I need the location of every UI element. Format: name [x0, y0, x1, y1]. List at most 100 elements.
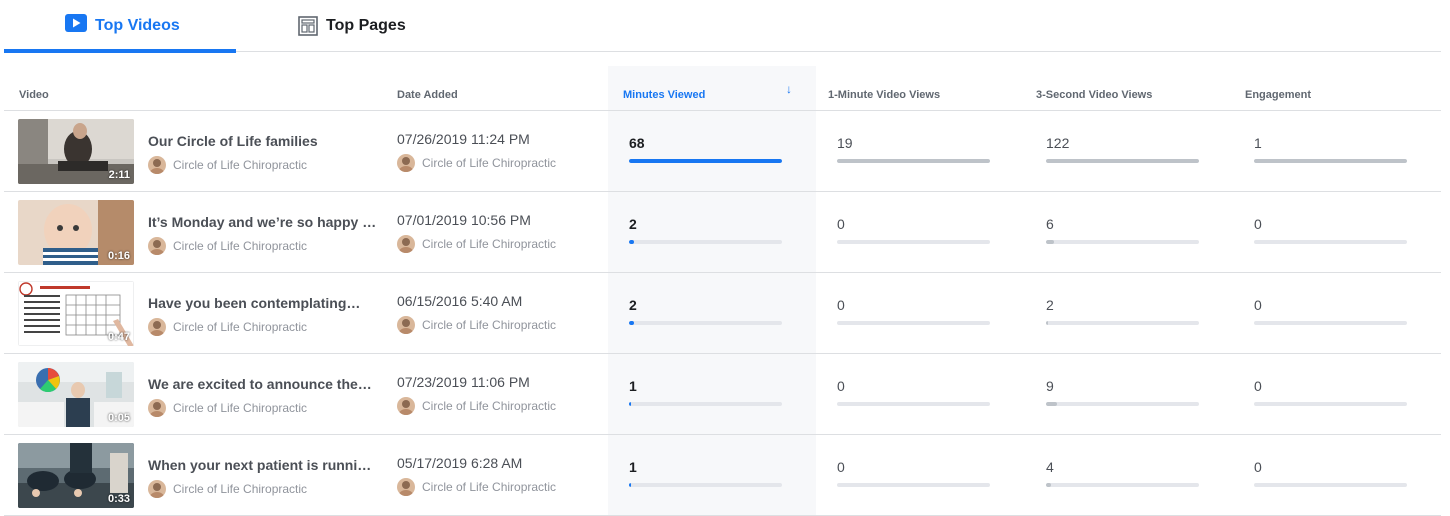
author-name: Circle of Life Chiropractic	[422, 399, 557, 413]
video-duration: 0:05	[107, 412, 130, 424]
play-video-icon	[65, 14, 87, 32]
minutes-viewed-cell: 1	[629, 459, 782, 487]
table-row[interactable]: 0:16 It’s Monday and we’re so happy to ……	[4, 192, 1441, 273]
three-second-views-cell: 2	[1046, 297, 1199, 325]
avatar	[148, 237, 166, 255]
minutes-viewed-value: 2	[629, 216, 637, 232]
tab-bar: Top Videos Top Pages	[4, 0, 1441, 53]
three-second-views-bar	[1046, 402, 1199, 406]
video-title[interactable]: It’s Monday and we’re so happy to …	[148, 214, 378, 230]
minutes-viewed-bar	[629, 240, 782, 244]
author-name: Circle of Life Chiropractic	[422, 318, 557, 332]
engagement-cell: 0	[1254, 297, 1407, 325]
minutes-viewed-value: 1	[629, 378, 637, 394]
three-second-views-value: 122	[1046, 135, 1070, 151]
engagement-bar	[1254, 159, 1407, 163]
table-row[interactable]: 2:11 Our Circle of Life families Circle …	[4, 111, 1441, 192]
column-header-three-second-views[interactable]: 3-Second Video Views	[1036, 89, 1152, 101]
column-header-one-minute-views[interactable]: 1-Minute Video Views	[828, 89, 940, 101]
avatar	[148, 399, 166, 417]
engagement-value: 0	[1254, 378, 1262, 394]
bar-fill	[1046, 240, 1054, 244]
table-row[interactable]: 0:47 Have you been contemplating… Circle…	[4, 273, 1441, 354]
three-second-views-value: 9	[1046, 378, 1054, 394]
bar-fill	[629, 483, 632, 487]
three-second-views-bar	[1046, 159, 1199, 163]
date-added: 05/17/2019 6:28 AM	[397, 455, 523, 471]
one-minute-views-bar	[837, 483, 990, 487]
one-minute-views-value: 19	[837, 135, 853, 151]
author-name: Circle of Life Chiropractic	[173, 320, 308, 334]
engagement-cell: 0	[1254, 459, 1407, 487]
engagement-value: 0	[1254, 216, 1262, 232]
date-added: 07/23/2019 11:06 PM	[397, 374, 530, 390]
video-title[interactable]: When your next patient is running…	[148, 457, 378, 473]
column-header-minutes-viewed[interactable]: Minutes Viewed	[623, 89, 705, 101]
engagement-value: 0	[1254, 297, 1262, 313]
avatar	[397, 478, 415, 496]
video-title[interactable]: We are excited to announce the…	[148, 376, 378, 392]
minutes-viewed-value: 2	[629, 297, 637, 313]
one-minute-views-bar	[837, 402, 990, 406]
date-author: Circle of Life Chiropractic	[397, 235, 556, 253]
video-thumbnail[interactable]: 0:33	[18, 443, 134, 508]
video-author: Circle of Life Chiropractic	[148, 399, 307, 417]
three-second-views-bar	[1046, 483, 1199, 487]
avatar	[148, 480, 166, 498]
bar-fill	[837, 159, 990, 163]
one-minute-views-value: 0	[837, 378, 845, 394]
three-second-views-value: 2	[1046, 297, 1054, 313]
author-name: Circle of Life Chiropractic	[173, 401, 308, 415]
minutes-viewed-value: 68	[629, 135, 645, 151]
avatar	[397, 397, 415, 415]
video-thumbnail[interactable]: 0:16	[18, 200, 134, 265]
video-author: Circle of Life Chiropractic	[148, 480, 307, 498]
bar-fill	[1046, 483, 1052, 487]
author-name: Circle of Life Chiropractic	[422, 156, 557, 170]
three-second-views-value: 6	[1046, 216, 1054, 232]
video-thumbnail[interactable]: 0:47	[18, 281, 134, 346]
video-thumbnail[interactable]: 0:05	[18, 362, 134, 427]
date-added: 06/15/2016 5:40 AM	[397, 293, 523, 309]
one-minute-views-value: 0	[837, 297, 845, 313]
three-second-views-cell: 4	[1046, 459, 1199, 487]
table-row[interactable]: 0:33 When your next patient is running… …	[4, 435, 1441, 516]
column-header-video[interactable]: Video	[19, 89, 49, 101]
tab-label: Top Pages	[326, 17, 406, 34]
author-name: Circle of Life Chiropractic	[422, 237, 557, 251]
page-layout-icon	[298, 16, 318, 36]
video-duration: 0:33	[107, 493, 130, 505]
video-thumbnail[interactable]: 2:11	[18, 119, 134, 184]
avatar	[148, 318, 166, 336]
engagement-bar	[1254, 483, 1407, 487]
video-title[interactable]: Our Circle of Life families	[148, 133, 378, 149]
one-minute-views-cell: 19	[837, 135, 990, 163]
tab-top-videos[interactable]: Top Videos	[4, 0, 236, 53]
minutes-viewed-bar	[629, 159, 782, 163]
engagement-value: 0	[1254, 459, 1262, 475]
bar-fill	[629, 240, 634, 244]
column-header-engagement[interactable]: Engagement	[1245, 89, 1311, 101]
three-second-views-cell: 9	[1046, 378, 1199, 406]
minutes-viewed-bar	[629, 483, 782, 487]
sort-descending-icon[interactable]: ↓	[786, 82, 792, 96]
avatar	[397, 316, 415, 334]
engagement-bar	[1254, 240, 1407, 244]
date-added: 07/26/2019 11:24 PM	[397, 131, 530, 147]
table-header: Video Date Added Minutes Viewed ↓ 1-Minu…	[4, 66, 1441, 111]
column-header-date-added[interactable]: Date Added	[397, 89, 458, 101]
author-name: Circle of Life Chiropractic	[173, 239, 308, 253]
table-row[interactable]: 0:05 We are excited to announce the… Cir…	[4, 354, 1441, 435]
bar-fill	[1046, 321, 1049, 325]
bar-fill	[1254, 159, 1407, 163]
bar-fill	[629, 159, 782, 163]
tab-top-pages[interactable]: Top Pages	[296, 0, 406, 52]
bar-fill	[629, 321, 634, 325]
minutes-viewed-value: 1	[629, 459, 637, 475]
one-minute-views-bar	[837, 240, 990, 244]
minutes-viewed-bar	[629, 402, 782, 406]
author-name: Circle of Life Chiropractic	[173, 482, 308, 496]
video-title[interactable]: Have you been contemplating…	[148, 295, 378, 311]
avatar	[397, 154, 415, 172]
three-second-views-cell: 122	[1046, 135, 1199, 163]
